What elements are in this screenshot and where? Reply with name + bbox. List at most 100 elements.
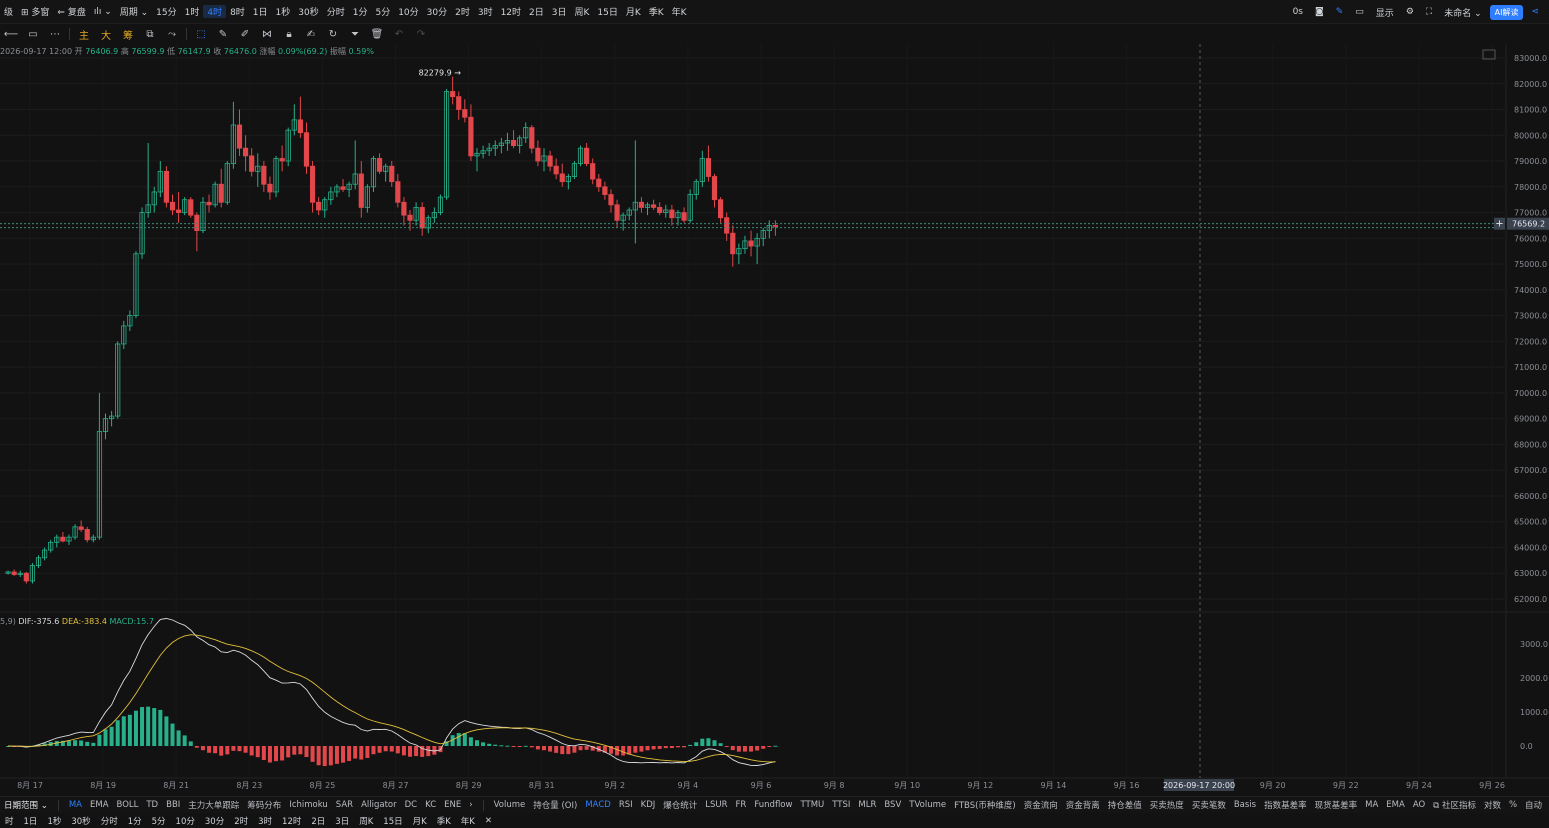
fullscreen-icon[interactable]: ⛶ [1422, 7, 1436, 17]
sub-indicator-tab[interactable]: Volume [490, 800, 530, 810]
sub-indicator-tab[interactable]: TTSI [828, 800, 854, 810]
magnet-icon[interactable]: ↻ [322, 24, 344, 44]
sub-indicator-tab[interactable]: 现货基差率 [1311, 799, 1362, 811]
redo-icon[interactable]: ↷ [410, 24, 432, 44]
pencil-icon[interactable]: ✎ [212, 24, 234, 44]
sub-indicator-tab[interactable]: 对数 [1480, 799, 1505, 811]
filter-icon[interactable]: ⏷ [344, 24, 366, 44]
period-button[interactable]: 2时 [229, 815, 253, 827]
sub-indicator-tab[interactable]: 买卖笔数 [1188, 799, 1230, 811]
sub-indicator-tab[interactable]: Basis [1230, 800, 1260, 810]
sub-indicator-tab[interactable]: 资金背离 [1062, 799, 1104, 811]
sub-indicator-tab[interactable]: TTMU [796, 800, 828, 810]
display-button[interactable]: 显示 [1372, 6, 1398, 19]
period-button[interactable]: 30秒 [66, 815, 95, 827]
sub-indicator-tab[interactable]: 资金流向 [1020, 799, 1062, 811]
plus-icon[interactable]: + [1495, 219, 1503, 230]
period-tab[interactable]: 10分 [394, 5, 422, 18]
period-tab[interactable]: 1时 [181, 5, 204, 18]
period-tab[interactable]: 3时 [474, 5, 497, 18]
main-indicator-tab[interactable]: Ichimoku [285, 800, 331, 810]
period-tab[interactable]: 1分 [349, 5, 372, 18]
period-tab[interactable]: 2日 [525, 5, 548, 18]
compare-icon[interactable]: ⤳ [161, 24, 183, 44]
sub-indicator-tab[interactable]: LSUR [701, 800, 731, 810]
indicator-main-button[interactable]: 主 [73, 24, 95, 44]
period-tab[interactable]: 12时 [497, 5, 525, 18]
candlestick-chart[interactable]: 83000.0 82000.0 81000.0 80000.0 79000.0 78000… [0, 44, 1549, 796]
more-tools-icon[interactable]: ⋯ [44, 24, 66, 44]
main-indicator-tab[interactable]: KC [421, 800, 440, 810]
period-tab[interactable]: 级 [0, 5, 17, 18]
sub-indicator-tab[interactable]: 爆仓统计 [659, 799, 701, 811]
pattern-icon[interactable]: ⋈ [256, 24, 278, 44]
sub-indicator-tab[interactable]: 指数基差率 [1260, 799, 1311, 811]
main-indicator-tab[interactable]: DC [401, 800, 421, 810]
trash-icon[interactable]: 🗑︎ [366, 24, 388, 44]
note-icon[interactable]: ✍ [300, 24, 322, 44]
rectangle-tool-icon[interactable]: ▭ [22, 24, 44, 44]
period-tab[interactable]: 周期 ⌄ [116, 5, 152, 18]
sub-indicator-tab[interactable]: FTBS(币种维度) [950, 799, 1020, 811]
brush-icon[interactable]: ✐ [234, 24, 256, 44]
period-button[interactable]: 12时 [277, 815, 306, 827]
period-button[interactable]: 1分 [123, 815, 147, 827]
window-icon[interactable]: ▭ [1351, 7, 1368, 17]
period-button[interactable]: 时 [0, 815, 19, 827]
indicator-chips-button[interactable]: 筹 [117, 24, 139, 44]
period-tab[interactable]: 2时 [451, 5, 474, 18]
sub-indicator-tab[interactable]: 自动 [1521, 799, 1546, 811]
sub-indicator-tab[interactable]: AO [1409, 800, 1429, 810]
lock-icon[interactable]: 🔒︎ [278, 24, 300, 44]
date-range-button[interactable]: 日期范围 ⌄ [0, 799, 52, 811]
main-indicator-tab[interactable]: EMA [86, 800, 113, 810]
sub-indicator-tab[interactable]: 持仓量 (OI) [529, 799, 581, 811]
main-indicator-tab[interactable]: 筹码分布 [243, 799, 285, 811]
sub-indicator-tab[interactable]: MA [1361, 800, 1382, 810]
period-tab[interactable]: 15分 [152, 5, 180, 18]
sub-indicator-tab[interactable]: FR [732, 800, 751, 810]
sub-indicator-tab[interactable]: 持仓差值 [1104, 799, 1146, 811]
sub-indicator-tab[interactable]: TVolume [905, 800, 950, 810]
period-tab[interactable]: 年K [668, 5, 691, 18]
main-indicator-tab[interactable]: ENE [440, 800, 465, 810]
period-tab[interactable]: 30秒 [294, 5, 322, 18]
ai-interpret-button[interactable]: AI解读 [1489, 4, 1524, 20]
period-button[interactable]: 5分 [147, 815, 171, 827]
sub-indicator-tab[interactable]: ⧉ 社区指标 [1429, 799, 1480, 811]
period-button[interactable]: 15日 [378, 815, 407, 827]
period-button[interactable]: 周K [354, 815, 378, 827]
period-tab[interactable]: 30分 [423, 5, 451, 18]
period-tab[interactable]: 1秒 [272, 5, 295, 18]
main-indicator-tab[interactable]: BOLL [113, 800, 143, 810]
main-indicator-tab[interactable]: MA [65, 800, 86, 810]
period-button[interactable]: 1秒 [42, 815, 66, 827]
period-button[interactable]: 3时 [253, 815, 277, 827]
period-tab[interactable]: 季K [645, 5, 668, 18]
period-tab[interactable]: ⇐ 复盘 [53, 5, 89, 18]
main-indicator-tab[interactable]: 主力大单跟踪 [184, 799, 243, 811]
sub-indicator-tab[interactable]: 买卖热度 [1146, 799, 1188, 811]
main-indicator-tab[interactable]: Alligator [357, 800, 401, 810]
select-cursor-icon[interactable]: ⬚ [190, 24, 212, 44]
main-indicator-tab[interactable]: BBI [162, 800, 184, 810]
main-indicator-tab[interactable]: TD [142, 800, 162, 810]
main-indicator-tab[interactable]: › [465, 800, 476, 810]
period-button[interactable]: 分时 [96, 815, 123, 827]
sub-indicator-tab[interactable]: MACD [581, 800, 614, 810]
period-button[interactable]: 季K [432, 815, 456, 827]
line-tool-icon[interactable]: ⟵ [0, 24, 22, 44]
period-tab[interactable]: 分时 [323, 5, 349, 18]
period-tab[interactable]: 15日 [593, 5, 621, 18]
period-button[interactable]: 月K [408, 815, 432, 827]
period-tab[interactable]: 月K [622, 5, 645, 18]
camera-icon[interactable]: ◙ [1311, 7, 1328, 17]
period-tab[interactable]: 周K [571, 5, 594, 18]
period-button[interactable]: 3日 [330, 815, 354, 827]
period-tab[interactable]: 1日 [249, 5, 272, 18]
period-button[interactable]: 30分 [200, 815, 229, 827]
sub-indicator-tab[interactable]: KDJ [637, 800, 660, 810]
undo-icon[interactable]: ↶ [388, 24, 410, 44]
sub-indicator-tab[interactable]: MLR [854, 800, 880, 810]
period-button[interactable]: 10分 [171, 815, 200, 827]
